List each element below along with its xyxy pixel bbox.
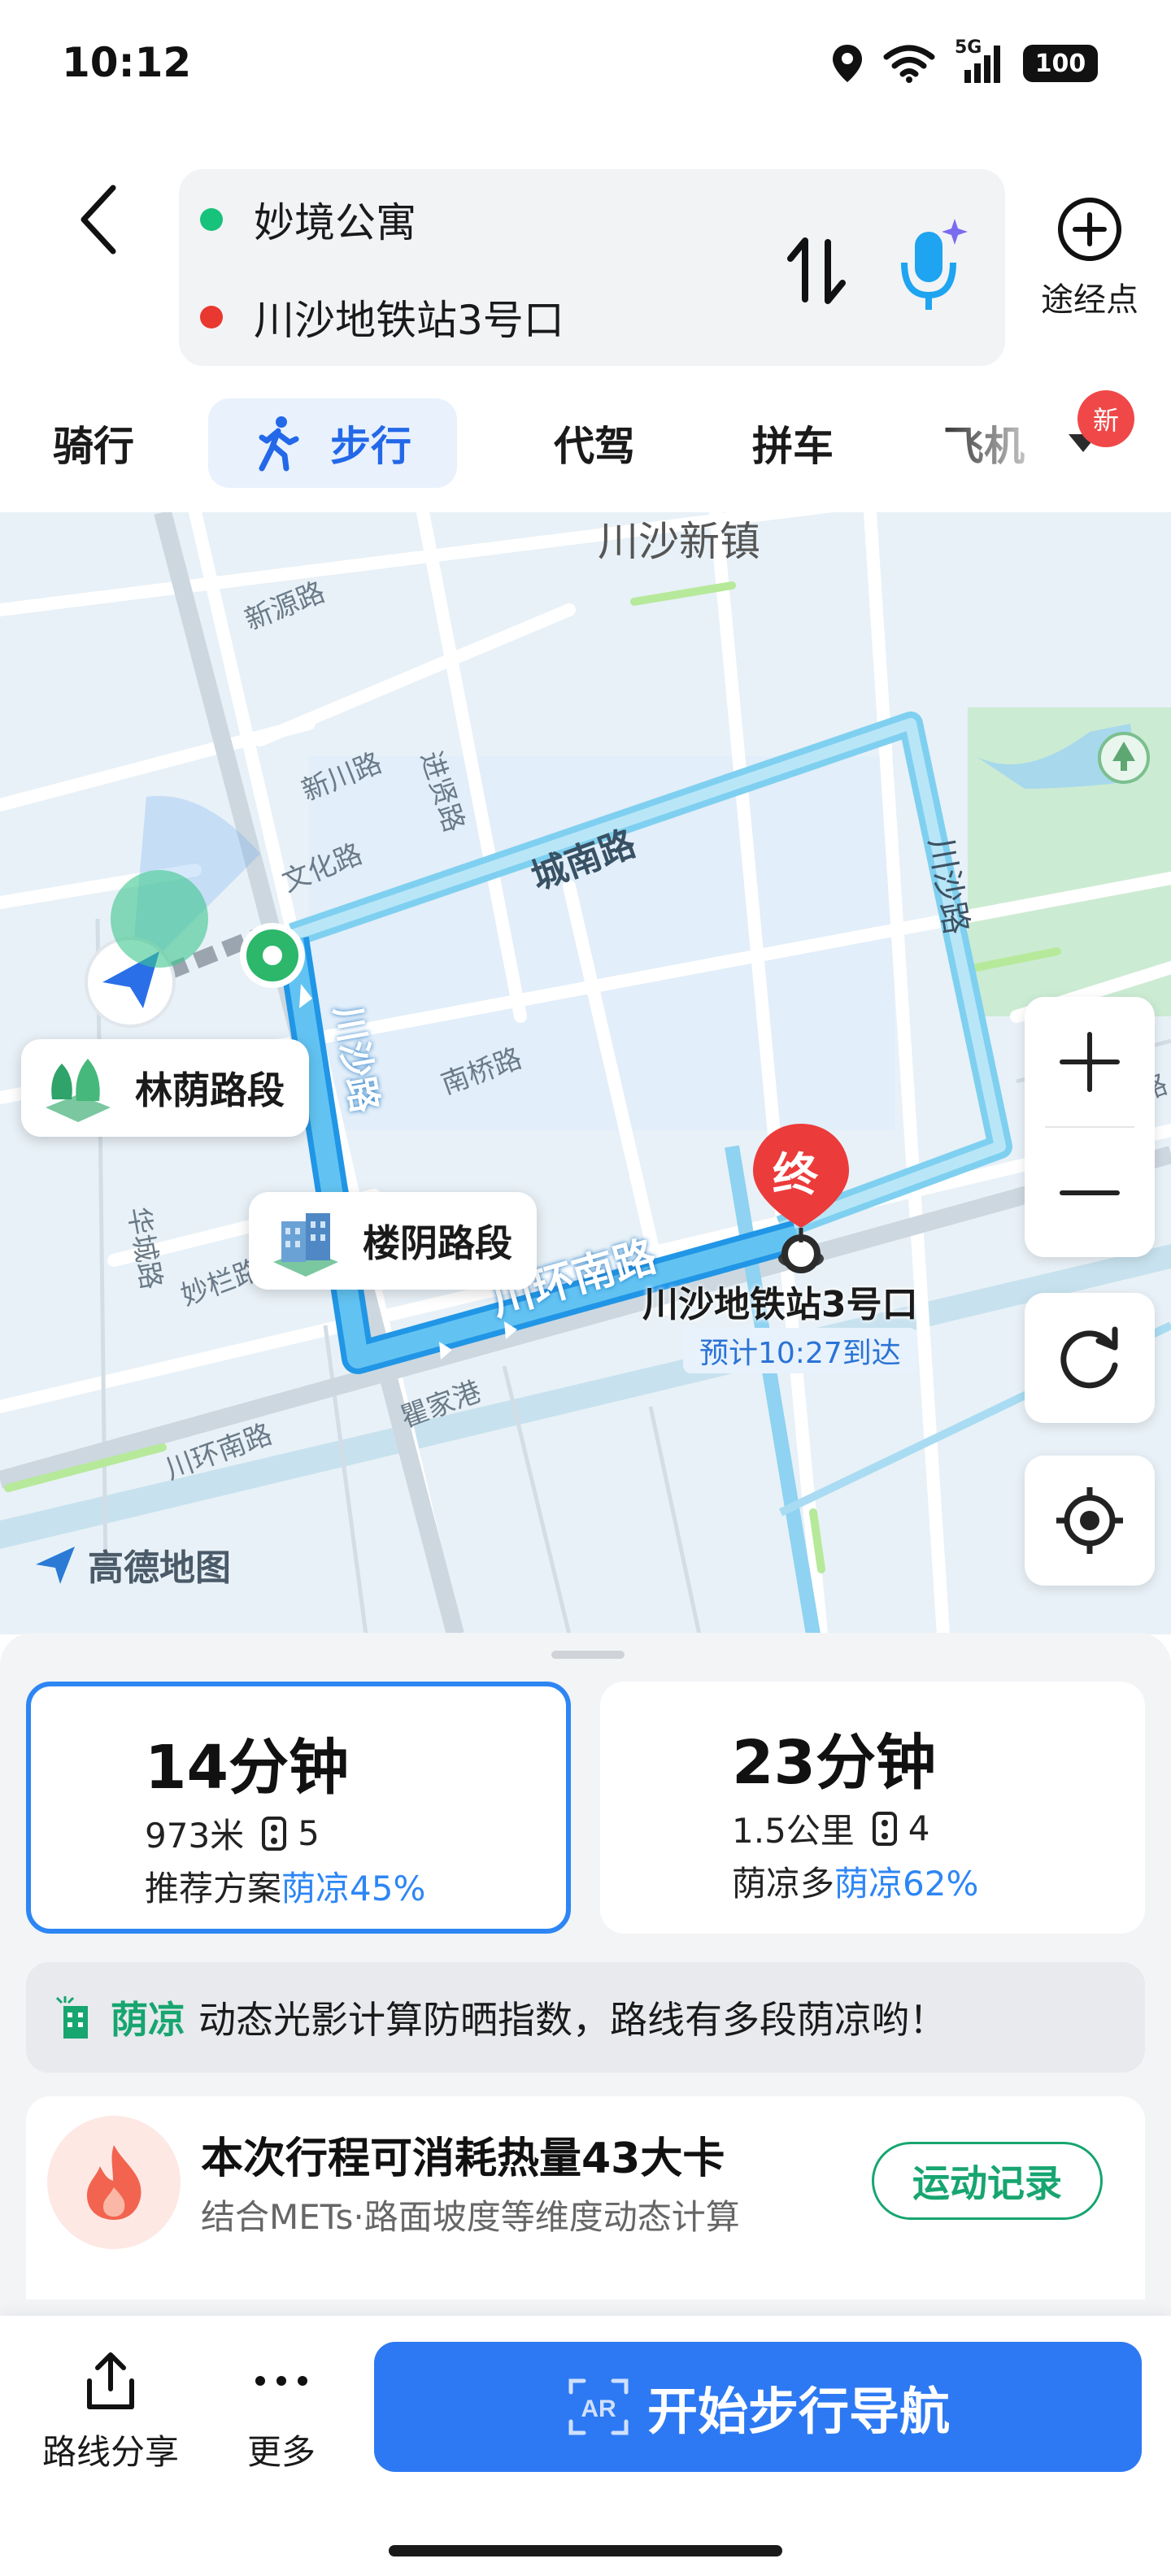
tab-chauffeur[interactable]: 代驾 [525,398,664,488]
shade-text: 动态光影计算防晒指数，路线有多段荫凉哟！ [198,1998,947,2042]
home-indicator[interactable] [389,2545,782,2556]
destination-map-name: 川沙地铁站3号口 [642,1284,918,1325]
option-2-lights: 4 [908,1808,930,1848]
destination-text: 川沙地铁站3号口 [254,297,564,344]
plus-icon [1060,1031,1120,1092]
eta-badge: 预计10:27到达 [683,1328,917,1373]
route-map[interactable]: 川沙新镇 新源路 新川路 进贤路 文化路 城南路 川沙路 南桥路 华城路 妙栏路… [0,512,1171,1634]
new-badge: 新 [1077,390,1134,447]
area-label: 川沙新镇 [598,518,760,565]
location-icon [833,45,862,82]
origin-field[interactable]: 妙境公寓 [200,187,416,252]
start-walk-navigation-label: 开始步行导航 [646,2382,950,2441]
back-button[interactable] [65,179,130,260]
voice-input-button[interactable] [886,214,976,320]
route-option-1[interactable]: 14分钟 973米 5 推荐方案荫凉45% [26,1682,571,1934]
destination-pin-label: 终 [773,1149,818,1202]
option-1-meta: 973米 5 [145,1808,320,1858]
share-route-button[interactable]: 路线分享 [29,2348,192,2474]
more-dots-icon [255,2376,307,2386]
waypoint-button[interactable]: 途经点 [1025,195,1155,320]
calorie-subtitle: 结合METs·路面坡度等维度动态计算 [201,2197,740,2237]
crosshair-icon [1056,1487,1123,1554]
destination-dot-icon [200,306,223,329]
destination-field[interactable]: 川沙地铁站3号口 [200,285,564,350]
option-1-desc-prefix: 推荐方案 [145,1869,282,1908]
origin-dot-icon [200,208,223,231]
flame-icon [47,2116,181,2249]
sport-record-button[interactable]: 运动记录 [872,2142,1103,2220]
calorie-card: 本次行程可消耗热量43大卡 结合METs·路面坡度等维度动态计算 运动记录 [26,2096,1145,2300]
shade-info-bar[interactable]: 荫凉 动态光影计算防晒指数，路线有多段荫凉哟！ [26,1962,1145,2073]
tab-walking-label: 步行 [330,423,411,470]
calorie-title: 本次行程可消耗热量43大卡 [201,2134,725,2183]
locate-button[interactable] [1025,1456,1155,1586]
traffic-light-icon [872,1811,897,1846]
shade-brand: 荫凉 [111,1998,185,2042]
status-bar: 10:12 5G 100 [0,0,1171,122]
origin-text: 妙境公寓 [254,199,416,246]
status-icons: 5G 100 [831,37,1098,88]
share-route-label: 路线分享 [41,2432,179,2472]
wifi-icon [883,45,935,83]
callout-forest-section[interactable]: 林荫路段 [21,1039,309,1137]
plus-circle-icon [1058,198,1121,261]
option-2-desc-prefix: 荫凉多 [732,1864,835,1904]
traffic-light-icon [262,1816,287,1851]
tab-carpool[interactable]: 拼车 [724,398,862,488]
more-button[interactable]: 更多 [200,2348,363,2474]
map-logo-text: 高德地图 [88,1547,231,1589]
callout-forest-text: 林荫路段 [135,1068,285,1112]
more-label: 更多 [246,2432,316,2472]
swap-route-button[interactable] [781,226,854,315]
tabs-fade [927,390,1171,496]
minus-icon [1060,1190,1120,1195]
option-2-meta: 1.5公里 4 [732,1804,930,1853]
walking-icon [259,416,299,472]
building-icon [273,1213,338,1277]
shade-building-icon [55,1996,88,2039]
share-icon [87,2352,134,2409]
option-1-distance: 973米 [145,1816,245,1856]
chevron-left-icon [81,185,116,255]
option-2-desc: 荫凉多荫凉62% [732,1856,978,1906]
option-1-time: 14分钟 [145,1733,349,1803]
refresh-button[interactable] [1025,1293,1155,1423]
option-1-shade: 荫凉45% [281,1869,426,1908]
status-time: 10:12 [62,39,192,86]
option-1-desc: 推荐方案荫凉45% [145,1861,425,1911]
option-2-time: 23分钟 [732,1728,936,1798]
battery-icon: 100 [1023,45,1098,82]
tab-walking[interactable]: 步行 [208,398,457,488]
option-2-shade: 荫凉62% [834,1864,979,1904]
route-input-box: 妙境公寓 川沙地铁站3号口 [179,169,1005,366]
signal-icon: 5G [955,37,1003,85]
route-option-2[interactable]: 23分钟 1.5公里 4 荫凉多荫凉62% [600,1682,1145,1934]
amap-logo-icon [36,1547,75,1584]
bottom-action-bar: 路线分享 更多 AR 开始步行导航 [0,2316,1171,2576]
zoom-out-button[interactable] [1025,1128,1155,1257]
tab-cycling[interactable]: 骑行 [24,398,163,488]
ar-text: AR [581,2395,616,2422]
refresh-icon [1060,1326,1118,1389]
transport-tabs: 骑行 步行 代驾 拼车 飞机 [0,390,1171,496]
callout-building-text: 楼阴路段 [363,1221,512,1265]
tree-icon [46,1059,111,1122]
zoom-in-button[interactable] [1025,997,1155,1126]
sheet-grabber[interactable] [551,1651,625,1659]
callout-building-section[interactable]: 楼阴路段 [249,1192,537,1290]
zoom-control [1025,997,1155,1257]
map-logo: 高德地图 [33,1538,231,1590]
microphone-icon [901,219,968,310]
option-1-lights: 5 [298,1813,320,1853]
ar-icon: AR [568,2378,629,2435]
option-2-distance: 1.5公里 [732,1811,855,1851]
swap-icon [787,237,846,304]
waypoint-label: 途经点 [1041,281,1138,319]
start-walk-navigation-button[interactable]: AR 开始步行导航 [374,2342,1142,2472]
